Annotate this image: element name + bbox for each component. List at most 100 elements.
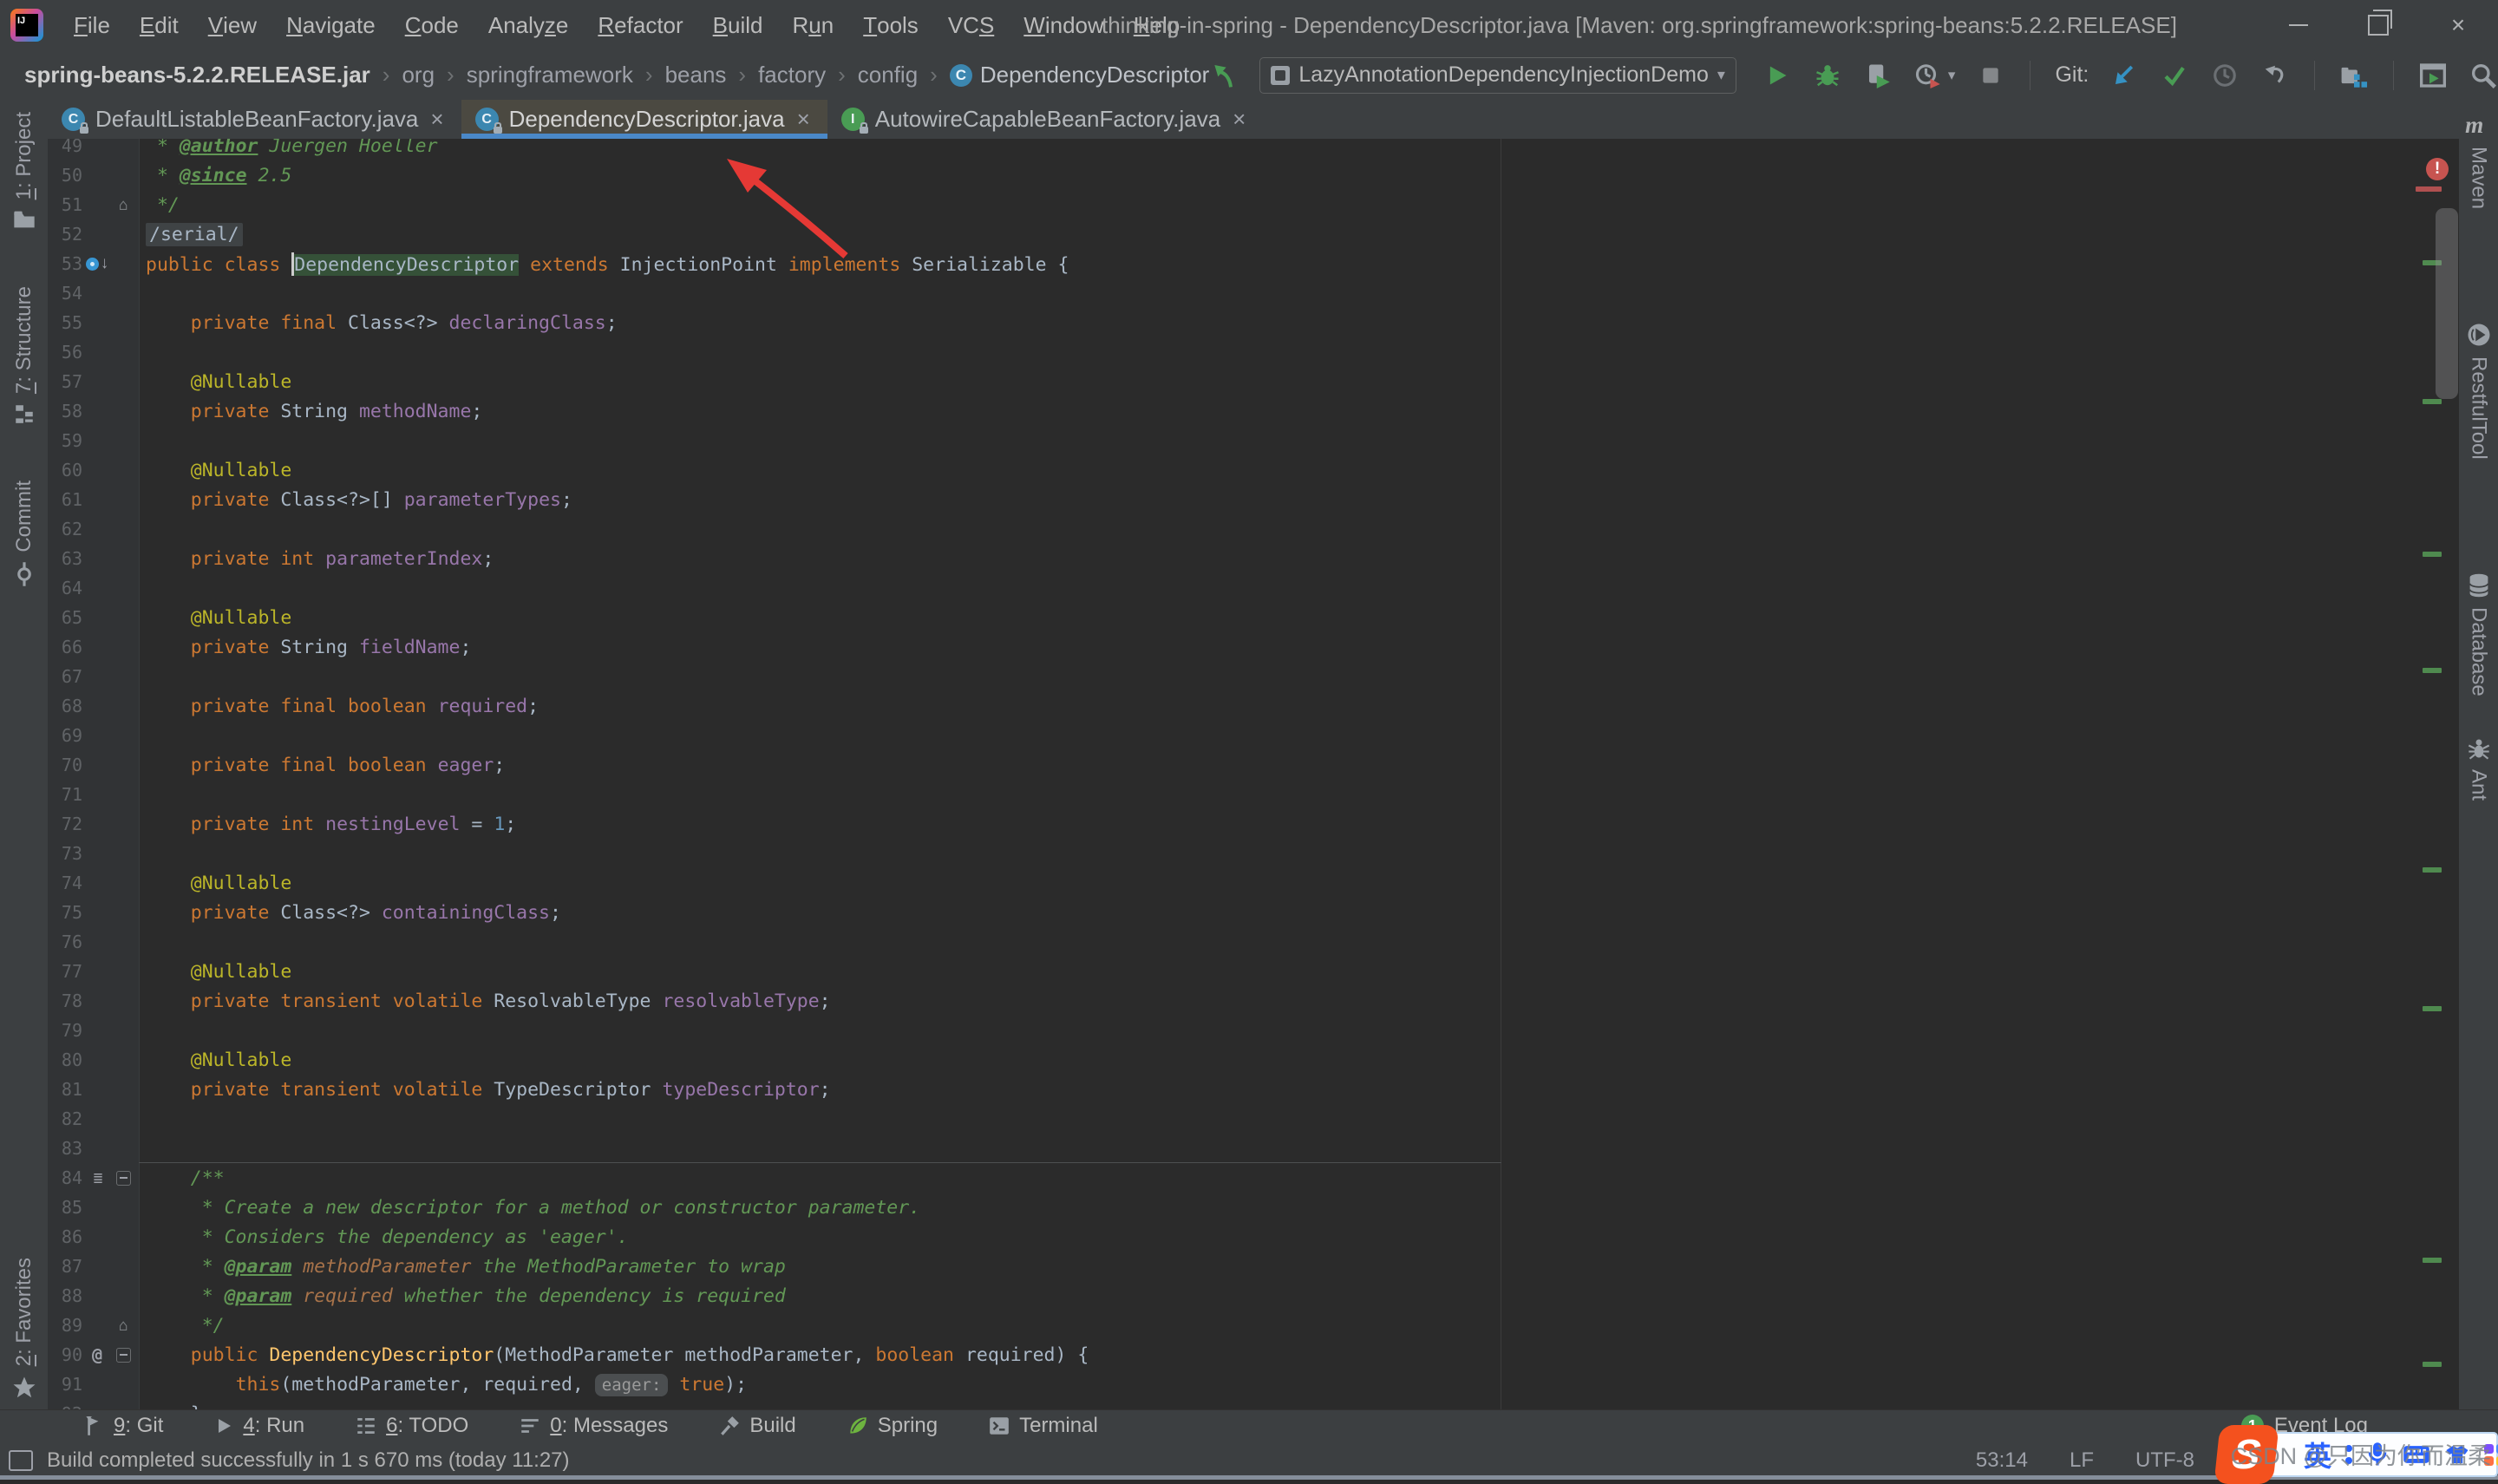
project-structure-button[interactable] (2339, 61, 2369, 90)
code-line: 77 @Nullable (48, 957, 2459, 986)
menu-item-analyze[interactable]: Analyze (474, 0, 584, 50)
lock-icon (80, 127, 88, 134)
line-number: 92 (48, 1403, 82, 1409)
toolwindow-button-spring[interactable]: Spring (847, 1414, 938, 1438)
toolwindow-button-database[interactable]: Database (2467, 572, 2491, 696)
interface-icon: I (841, 108, 865, 131)
breadcrumb-item[interactable]: beans (665, 62, 727, 88)
fold-marker[interactable]: ⌂ (112, 196, 134, 214)
menu-item-navigate[interactable]: Navigate (271, 0, 390, 50)
tab-autowirecapablebeanfactory-java[interactable]: IAutowireCapableBeanFactory.java× (827, 100, 1264, 139)
caret-position[interactable]: 53:14 (1976, 1448, 2028, 1473)
gutter-cell: 57 (48, 367, 139, 396)
breadcrumb-item[interactable]: factory (758, 62, 826, 88)
toolwindow-button-commit[interactable]: Commit (12, 481, 36, 587)
file-encoding[interactable]: UTF-8 (2135, 1448, 2194, 1473)
breadcrumb-item[interactable]: org (402, 62, 435, 88)
fold-collapse-icon[interactable] (116, 1171, 131, 1186)
line-number: 62 (48, 519, 82, 539)
restore-button[interactable] (2338, 0, 2418, 50)
line-number: 56 (48, 342, 82, 363)
menu-item-vcs[interactable]: VCS (933, 0, 1009, 50)
debug-button[interactable] (1813, 61, 1842, 90)
code-line: 86 * Considers the dependency as 'eager'… (48, 1222, 2459, 1252)
toolwindow-button-label: Spring (878, 1414, 938, 1438)
tab-close-icon[interactable]: × (797, 106, 810, 133)
menu-item-file[interactable]: File (59, 0, 125, 50)
rollback-button[interactable] (2260, 61, 2290, 90)
line-number: 76 (48, 932, 82, 952)
commit-button[interactable] (2160, 61, 2189, 90)
fold-collapse-icon[interactable] (116, 1348, 131, 1363)
fold-marker[interactable]: ⌂ (112, 1317, 134, 1335)
tab-label: DependencyDescriptor.java (509, 106, 785, 133)
menu-item-build[interactable]: Build (698, 0, 778, 50)
code-text: private final boolean eager; (139, 755, 505, 776)
toolwindow-button-label: 6: TODO (386, 1414, 468, 1438)
messages-tw-icon (519, 1415, 541, 1437)
stripe-mark (2423, 399, 2442, 404)
toolwindow-button-restfultool[interactable]: RestfulTool (2466, 322, 2492, 460)
breadcrumb-item[interactable]: spring-beans-5.2.2.RELEASE.jar (24, 62, 370, 88)
green-arrow-icon[interactable] (1209, 61, 1239, 90)
tab-close-icon[interactable]: × (1233, 106, 1246, 133)
toolwindow-button-terminal[interactable]: Terminal (988, 1414, 1098, 1438)
error-stripe-badge[interactable]: ! (2426, 158, 2449, 180)
toolwindow-button-build[interactable]: Build (718, 1414, 795, 1438)
gutter-cell: 70 (48, 750, 139, 780)
fold-marker[interactable] (112, 1171, 134, 1186)
menu-item-run[interactable]: Run (778, 0, 849, 50)
doc-list-icon[interactable]: ≣ (94, 1169, 101, 1187)
window-title: thinking-in-spring - DependencyDescripto… (1102, 0, 2177, 50)
line-separator[interactable]: LF (2070, 1448, 2094, 1473)
terminal-tw-icon (988, 1415, 1010, 1437)
run-button[interactable] (1762, 61, 1792, 90)
close-button[interactable]: × (2418, 0, 2498, 50)
toolwindow-button-4-run[interactable]: 4: Run (213, 1414, 304, 1438)
tab-close-icon[interactable]: × (430, 106, 443, 133)
minimize-button[interactable] (2259, 0, 2338, 50)
toolwindow-button-maven[interactable]: mMaven (2464, 114, 2494, 209)
run-config-dropdown[interactable]: LazyAnnotationDependencyInjectionDemo ▾ (1259, 57, 1736, 94)
menu-item-view[interactable]: View (193, 0, 271, 50)
toolwindow-toggle-icon[interactable] (9, 1450, 33, 1471)
breadcrumb-class[interactable]: DependencyDescriptor (980, 62, 1209, 88)
toolwindow-button-7-structure[interactable]: 7: Structure (12, 286, 36, 425)
toolwindow-button-1-project[interactable]: 1: Project (12, 112, 36, 231)
code-editor[interactable]: 49 * @author Juergen Hoeller50 * @since … (48, 139, 2459, 1409)
tab-defaultlistablebeanfactory-java[interactable]: CDefaultListableBeanFactory.java× (48, 100, 461, 139)
line-number: 60 (48, 460, 82, 481)
gutter-cell: 61 (48, 485, 139, 514)
tab-dependencydescriptor-java[interactable]: CDependencyDescriptor.java× (461, 100, 827, 139)
code-line: 49 * @author Juergen Hoeller (48, 139, 2459, 160)
toolwindow-button-ant[interactable]: Ant (2467, 736, 2491, 801)
code-line: 72 private int nestingLevel = 1; (48, 809, 2459, 839)
toolwindow-button-9-git[interactable]: 9: Git (82, 1414, 163, 1438)
breadcrumb-item[interactable]: config (858, 62, 918, 88)
toolwindow-button-0-messages[interactable]: 0: Messages (519, 1414, 668, 1438)
run-tw-icon (213, 1415, 234, 1436)
toolwindow-button-2-favorites[interactable]: 2: Favorites (11, 1258, 37, 1401)
update-project-button[interactable] (2109, 61, 2139, 90)
subclassed-icon[interactable] (86, 258, 99, 271)
menu-item-code[interactable]: Code (390, 0, 474, 50)
search-everywhere-button[interactable] (2469, 61, 2498, 90)
menu-item-tools[interactable]: Tools (848, 0, 933, 50)
gutter-cell: 59 (48, 426, 139, 455)
profiler-chevron-icon[interactable]: ▾ (1948, 67, 1956, 84)
code-text: @Nullable (139, 873, 291, 894)
code-text: /serial/ (139, 224, 243, 245)
coverage-button[interactable] (1863, 61, 1893, 90)
editor-scrollbar[interactable] (2436, 208, 2458, 399)
run-anything-button[interactable] (2418, 61, 2448, 90)
menu-item-refactor[interactable]: Refactor (583, 0, 697, 50)
menu-item-edit[interactable]: Edit (125, 0, 193, 50)
window-controls: × (2259, 0, 2498, 50)
gutter-cell: 52 (48, 219, 139, 249)
profiler-button[interactable] (1913, 61, 1943, 90)
gutter-cell: 50 (48, 160, 139, 190)
breadcrumb-separator-icon: › (930, 62, 938, 88)
toolwindow-button-6-todo[interactable]: 6: TODO (355, 1414, 468, 1438)
breadcrumb-item[interactable]: springframework (467, 62, 633, 88)
fold-marker[interactable] (112, 1348, 134, 1363)
